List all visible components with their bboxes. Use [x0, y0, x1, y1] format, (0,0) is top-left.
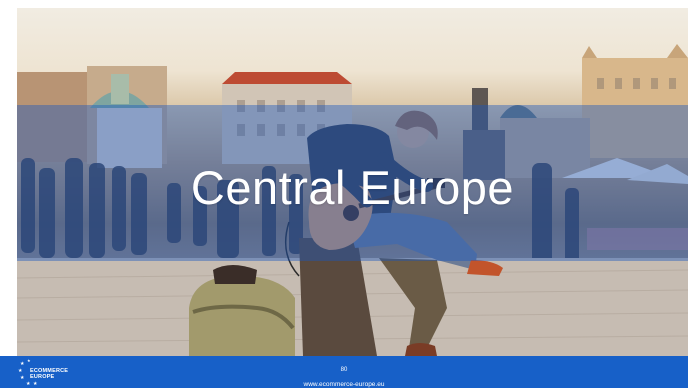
svg-text:★: ★: [27, 358, 31, 363]
page-number: 80: [340, 367, 348, 373]
city-square-photo: Central Europe: [17, 8, 688, 356]
presentation-slide: Central Europe ★ ★ ★ ★ ★ ★ ECOMMERCE EUR…: [0, 0, 688, 388]
website-url: www.ecommerce-europe.eu: [303, 381, 385, 388]
logo-line-2: EUROPE: [30, 374, 55, 380]
slide-footer: ★ ★ ★ ★ ★ ★ ECOMMERCE EUROPE 80 www.ecom…: [0, 356, 688, 388]
slide-title: Central Europe: [190, 161, 515, 214]
